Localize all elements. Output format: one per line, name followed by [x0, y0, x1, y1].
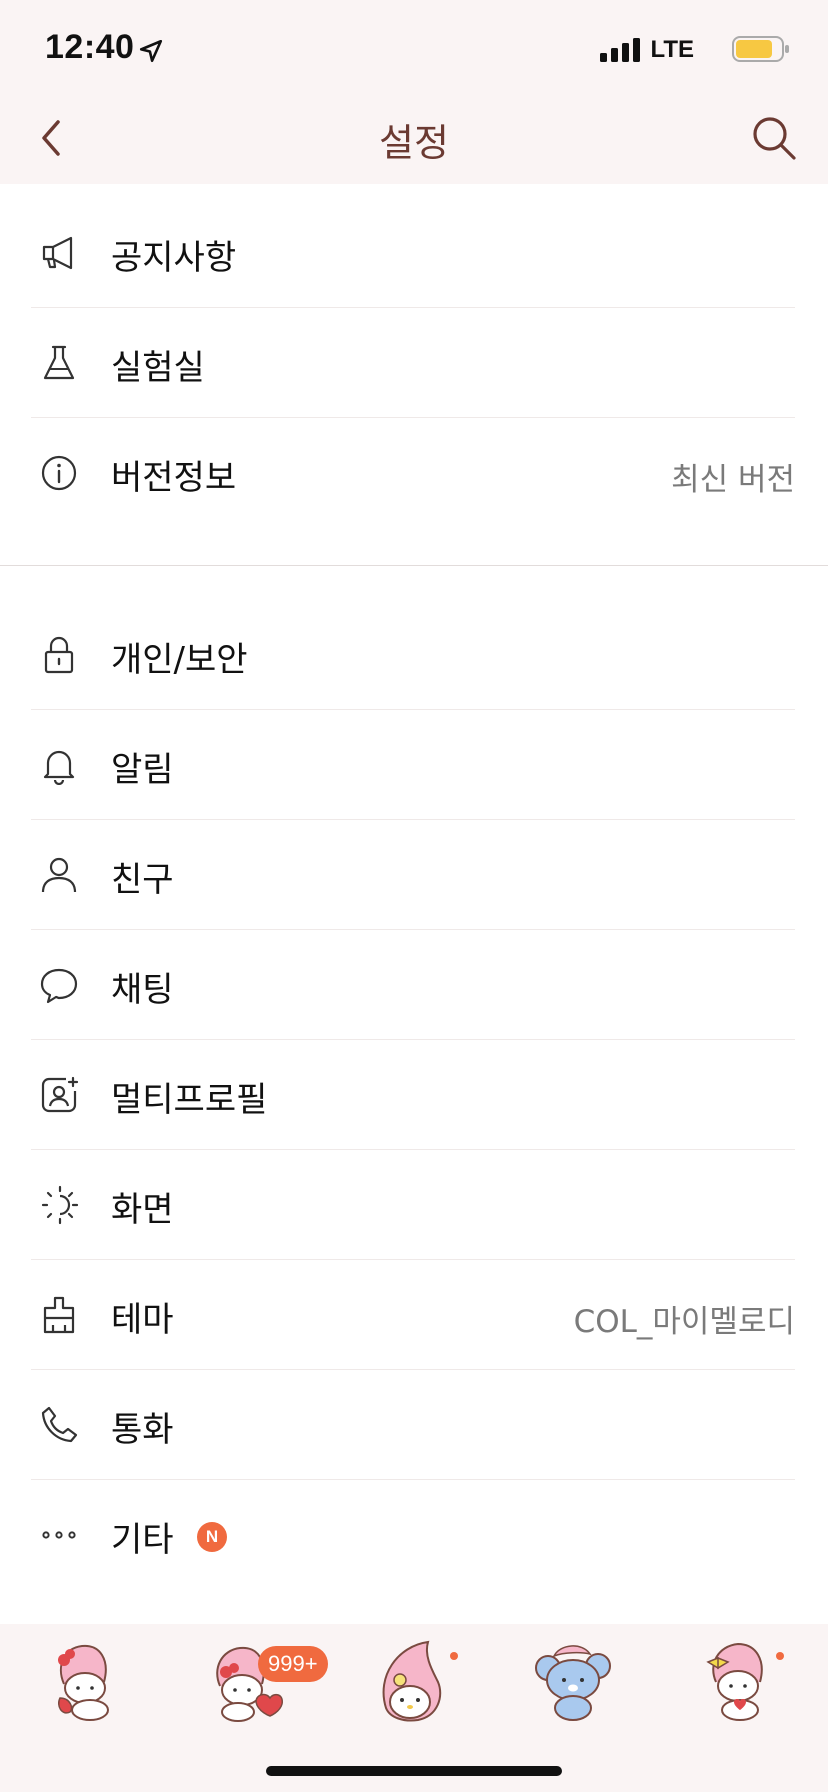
status-time: 12:40	[45, 28, 135, 66]
section-divider	[0, 565, 828, 566]
version-status: 최신 버전	[671, 462, 795, 498]
search-icon[interactable]	[750, 114, 798, 162]
settings-item-lab[interactable]: 실험실	[31, 308, 795, 418]
more-tab-icon	[706, 1642, 763, 1721]
settings-item-call[interactable]: 통화	[31, 1370, 795, 1480]
flask-icon	[43, 345, 75, 380]
settings-item-label: 친구	[111, 860, 174, 900]
settings-item-alarm[interactable]: 알림	[31, 710, 795, 820]
theme-brush-icon	[43, 1296, 75, 1334]
settings-item-label: 기타	[111, 1520, 174, 1560]
info-icon	[41, 455, 77, 491]
cellular-signal-icon	[600, 38, 640, 62]
unread-count-badge: 999+	[258, 1646, 328, 1682]
settings-item-label: 테마	[111, 1300, 174, 1340]
tab-shopping[interactable]	[530, 1636, 620, 1726]
chat-bubble-icon	[40, 968, 78, 1004]
page-title: 설정	[379, 121, 449, 165]
shopping-tab-icon	[535, 1645, 611, 1721]
view-tab-icon	[382, 1640, 442, 1722]
settings-item-label: 채팅	[111, 970, 174, 1010]
settings-item-theme[interactable]: 테마 COL_마이멜로디	[31, 1260, 795, 1370]
settings-item-privacy[interactable]: 개인/보안	[31, 600, 795, 710]
lock-icon	[44, 636, 74, 674]
settings-item-display[interactable]: 화면	[31, 1150, 795, 1260]
home-indicator[interactable]	[266, 1766, 562, 1776]
tab-view[interactable]	[368, 1636, 458, 1726]
tab-friends[interactable]	[42, 1636, 132, 1726]
battery-icon	[732, 36, 789, 62]
brightness-icon	[41, 1185, 79, 1225]
settings-section-main: 개인/보안 알림 친구 채팅 멀티프로필 화면 테마 COL_마이멜로디 통화 …	[0, 600, 828, 1590]
location-arrow-icon	[139, 39, 163, 63]
status-bar: 12:40 LTE	[0, 0, 828, 92]
multi-profile-icon	[41, 1076, 79, 1113]
view-tab-dot	[450, 1652, 458, 1660]
network-type: LTE	[650, 36, 694, 63]
friends-tab-icon	[58, 1644, 109, 1721]
settings-item-label: 공지사항	[111, 238, 237, 278]
settings-item-label: 알림	[111, 750, 174, 790]
settings-item-version[interactable]: 버전정보 최신 버전	[31, 418, 795, 528]
more-dots-icon	[42, 1531, 76, 1539]
tab-more[interactable]	[696, 1636, 786, 1726]
settings-item-notice[interactable]: 공지사항	[31, 198, 795, 308]
new-badge: N	[197, 1522, 227, 1552]
status-indicators: LTE	[590, 34, 790, 64]
settings-item-friends[interactable]: 친구	[31, 820, 795, 930]
settings-item-label: 통화	[111, 1410, 174, 1450]
megaphone-icon	[42, 236, 73, 270]
more-tab-dot	[776, 1652, 784, 1660]
settings-item-label: 실험실	[111, 348, 205, 388]
settings-item-chat[interactable]: 채팅	[31, 930, 795, 1040]
phone-icon	[41, 1406, 78, 1443]
settings-item-multi-profile[interactable]: 멀티프로필	[31, 1040, 795, 1150]
settings-item-label: 개인/보안	[111, 640, 248, 680]
settings-item-label: 멀티프로필	[111, 1080, 268, 1120]
navigation-header: 설정	[0, 92, 828, 184]
person-icon	[41, 857, 77, 893]
settings-item-etc[interactable]: 기타 N	[31, 1480, 795, 1590]
settings-item-label: 버전정보	[111, 458, 237, 498]
settings-section-info: 공지사항 실험실 버전정보 최신 버전	[0, 198, 828, 528]
bell-icon	[43, 750, 75, 785]
settings-item-label: 화면	[111, 1190, 174, 1230]
current-theme: COL_마이멜로디	[573, 1304, 795, 1340]
